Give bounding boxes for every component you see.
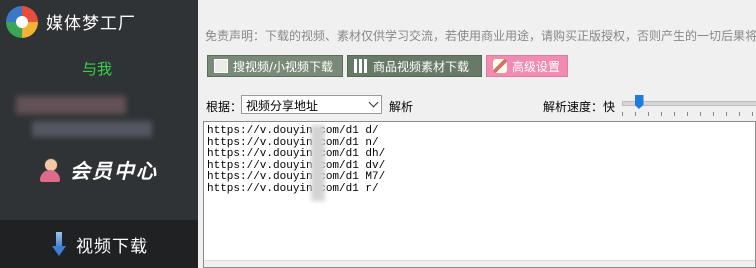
redacted-user-info — [32, 121, 152, 137]
redacted-user-name — [16, 96, 126, 114]
sidebar-item-label: 视频下载 — [76, 237, 148, 257]
speed-slider[interactable] — [620, 94, 756, 116]
horizontal-scrollbar[interactable] — [204, 260, 755, 267]
download-arrow-icon — [52, 232, 66, 258]
button-label: 商品视频素材下载 — [373, 59, 470, 74]
redaction-blur — [311, 125, 325, 201]
film-icon — [214, 59, 228, 73]
app-title: 媒体梦工厂 — [46, 14, 136, 34]
advanced-settings-button[interactable]: 高级设置 — [486, 55, 568, 77]
disclaimer-text: 免责声明：下载的视频、素材仅供学习交流，若使用商业用途，请购买正版授权，否则产生… — [205, 29, 756, 43]
member-center-label: 会员中心 — [70, 159, 158, 183]
grid-icon — [354, 59, 368, 73]
source-select-value: 视频分享地址 — [246, 99, 319, 113]
url-lines: https://v.douyin.com/d1 d/ https://v.dou… — [207, 125, 385, 196]
app-logo-icon — [6, 6, 38, 38]
slider-thumb[interactable] — [634, 95, 644, 109]
slider-ticks — [622, 112, 756, 116]
search-video-download-button[interactable]: 搜视频/小视频下载 — [207, 55, 343, 77]
brush-icon — [493, 59, 507, 73]
sidebar-subtitle: 与我 — [82, 60, 113, 78]
source-select[interactable]: 视频分享地址 — [241, 95, 382, 114]
parse-button[interactable]: 解析 — [389, 98, 413, 115]
sidebar: 媒体梦工厂 与我 会员中心 视频下载 — [0, 0, 198, 268]
chevron-down-icon — [368, 97, 379, 108]
button-label: 高级设置 — [512, 59, 561, 74]
url-line: https://v.douyin.com/d1 r/ — [207, 182, 379, 195]
source-label: 根据： — [206, 100, 243, 114]
url-textarea[interactable]: https://v.douyin.com/d1 d/ https://v.dou… — [203, 121, 756, 268]
product-material-download-button[interactable]: 商品视频素材下载 — [347, 55, 482, 77]
speed-label: 解析速度：快 — [543, 100, 616, 114]
url-line: https://v.douyin.com/d1 d/ — [207, 125, 379, 137]
member-center-button[interactable]: 会员中心 — [36, 155, 158, 184]
user-icon — [36, 156, 64, 184]
button-label: 搜视频/小视频下载 — [233, 59, 334, 74]
